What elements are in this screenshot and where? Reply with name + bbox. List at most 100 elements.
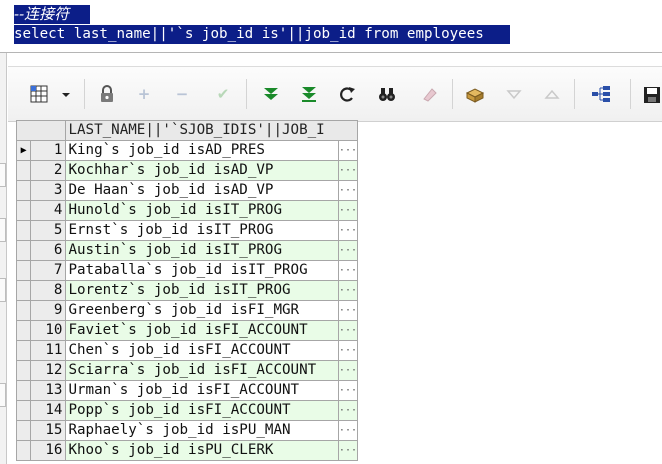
cell-ellipsis-button[interactable]: ··· [337, 220, 359, 241]
row-indicator-cell[interactable] [15, 440, 32, 461]
cell-ellipsis-button[interactable]: ··· [337, 280, 359, 301]
grid-view-icon[interactable] [28, 83, 50, 105]
cell-ellipsis-button[interactable]: ··· [337, 400, 359, 421]
table-row[interactable]: 2 Kochhar`s job_id isAD_VP ··· [15, 160, 359, 181]
row-number[interactable]: 3 [30, 180, 67, 201]
sql-editor[interactable]: --连接符 select last_name||'`s job_id is'||… [0, 0, 662, 53]
cell-value[interactable]: King`s job_id isAD_PRES [65, 140, 339, 161]
cell-value[interactable]: Kochhar`s job_id isAD_VP [65, 160, 339, 181]
column-header-last-name[interactable]: LAST_NAME||'`SJOB_IDIS'||JOB_I [65, 120, 358, 141]
row-number[interactable]: 2 [30, 160, 67, 181]
cell-ellipsis-button[interactable]: ··· [337, 440, 359, 461]
cell-ellipsis-button[interactable]: ··· [337, 140, 359, 161]
grid-corner[interactable] [15, 120, 67, 141]
cell-value[interactable]: Ernst`s job_id isIT_PROG [65, 220, 339, 241]
cell-ellipsis-button[interactable]: ··· [337, 380, 359, 401]
row-indicator-cell[interactable] [15, 320, 32, 341]
cell-ellipsis-button[interactable]: ··· [337, 420, 359, 441]
clear-icon[interactable] [418, 83, 440, 105]
cell-value[interactable]: Urman`s job_id isFI_ACCOUNT [65, 380, 339, 401]
lock-icon[interactable] [96, 83, 118, 105]
tree-view-icon[interactable] [590, 83, 612, 105]
table-row[interactable]: 12 Sciarra`s job_id isFI_ACCOUNT ··· [15, 360, 359, 381]
row-indicator-cell[interactable] [15, 300, 32, 321]
cell-value[interactable]: Greenberg`s job_id isFI_MGR [65, 300, 339, 321]
sort-asc-icon[interactable] [542, 83, 562, 105]
cell-value[interactable]: Lorentz`s job_id isIT_PROG [65, 280, 339, 301]
row-indicator-cell[interactable] [15, 180, 32, 201]
row-number[interactable]: 7 [30, 260, 67, 281]
cell-value[interactable]: Hunold`s job_id isIT_PROG [65, 200, 339, 221]
cell-value[interactable]: De Haan`s job_id isAD_VP [65, 180, 339, 201]
find-icon[interactable] [376, 83, 398, 105]
table-row[interactable]: 8 Lorentz`s job_id isIT_PROG ··· [15, 280, 359, 301]
result-grid[interactable]: LAST_NAME||'`SJOB_IDIS'||JOB_I ▶ 1 King`s … [15, 120, 359, 461]
table-row[interactable]: ▶ 1 King`s job_id isAD_PRES ··· [15, 140, 359, 161]
dropdown-arrow-icon[interactable] [60, 83, 72, 105]
check-icon[interactable]: ✔ [212, 83, 234, 105]
cell-value[interactable]: Chen`s job_id isFI_ACCOUNT [65, 340, 339, 361]
cell-ellipsis-button[interactable]: ··· [337, 180, 359, 201]
row-number[interactable]: 4 [30, 200, 67, 221]
cell-ellipsis-button[interactable]: ··· [337, 160, 359, 181]
cell-value[interactable]: Popp`s job_id isFI_ACCOUNT [65, 400, 339, 421]
cell-value[interactable]: Khoo`s job_id isPU_CLERK [65, 440, 339, 461]
cell-ellipsis-button[interactable]: ··· [337, 300, 359, 321]
table-row[interactable]: 4 Hunold`s job_id isIT_PROG ··· [15, 200, 359, 221]
sql-query-line[interactable]: select last_name||'`s job_id is'||job_id… [14, 25, 510, 44]
cell-value[interactable]: Sciarra`s job_id isFI_ACCOUNT [65, 360, 339, 381]
row-number[interactable]: 5 [30, 220, 67, 241]
table-row[interactable]: 16 Khoo`s job_id isPU_CLERK ··· [15, 440, 359, 461]
current-row-indicator[interactable]: ▶ [15, 140, 32, 161]
row-indicator-cell[interactable] [15, 380, 32, 401]
table-row[interactable]: 10 Faviet`s job_id isFI_ACCOUNT ··· [15, 320, 359, 341]
table-row[interactable]: 7 Pataballa`s job_id isIT_PROG ··· [15, 260, 359, 281]
table-row[interactable]: 5 Ernst`s job_id isIT_PROG ··· [15, 220, 359, 241]
row-number[interactable]: 11 [30, 340, 67, 361]
sql-comment-line[interactable]: --连接符 [14, 5, 90, 24]
fetch-all-icon[interactable] [298, 83, 320, 105]
cell-ellipsis-button[interactable]: ··· [337, 360, 359, 381]
table-row[interactable]: 13 Urman`s job_id isFI_ACCOUNT ··· [15, 380, 359, 401]
table-row[interactable]: 15 Raphaely`s job_id isPU_MAN ··· [15, 420, 359, 441]
row-indicator-cell[interactable] [15, 400, 32, 421]
row-number[interactable]: 16 [30, 440, 67, 461]
row-number[interactable]: 10 [30, 320, 67, 341]
save-icon[interactable] [642, 83, 662, 105]
fetch-next-icon[interactable] [260, 83, 282, 105]
row-indicator-cell[interactable] [15, 200, 32, 221]
row-indicator-cell[interactable] [15, 260, 32, 281]
table-row[interactable]: 11 Chen`s job_id isFI_ACCOUNT ··· [15, 340, 359, 361]
row-indicator-cell[interactable] [15, 420, 32, 441]
cell-value[interactable]: Faviet`s job_id isFI_ACCOUNT [65, 320, 339, 341]
cell-ellipsis-button[interactable]: ··· [337, 320, 359, 341]
row-number[interactable]: 12 [30, 360, 67, 381]
row-number[interactable]: 14 [30, 400, 67, 421]
table-row[interactable]: 6 Austin`s job_id isIT_PROG ··· [15, 240, 359, 261]
row-indicator-cell[interactable] [15, 240, 32, 261]
row-number[interactable]: 9 [30, 300, 67, 321]
table-row[interactable]: 14 Popp`s job_id isFI_ACCOUNT ··· [15, 400, 359, 421]
cell-ellipsis-button[interactable]: ··· [337, 260, 359, 281]
cell-value[interactable]: Pataballa`s job_id isIT_PROG [65, 260, 339, 281]
row-number[interactable]: 8 [30, 280, 67, 301]
row-indicator-cell[interactable] [15, 280, 32, 301]
export-icon[interactable] [464, 83, 486, 105]
cell-value[interactable]: Raphaely`s job_id isPU_MAN [65, 420, 339, 441]
row-indicator-cell[interactable] [15, 340, 32, 361]
row-number[interactable]: 13 [30, 380, 67, 401]
minus-icon[interactable]: − [172, 83, 192, 105]
table-row[interactable]: 3 De Haan`s job_id isAD_VP ··· [15, 180, 359, 201]
row-number[interactable]: 6 [30, 240, 67, 261]
row-number[interactable]: 15 [30, 420, 67, 441]
cell-value[interactable]: Austin`s job_id isIT_PROG [65, 240, 339, 261]
sort-desc-icon[interactable] [504, 83, 524, 105]
cell-ellipsis-button[interactable]: ··· [337, 200, 359, 221]
refresh-icon[interactable] [336, 83, 358, 105]
row-indicator-cell[interactable] [15, 220, 32, 241]
cell-ellipsis-button[interactable]: ··· [337, 340, 359, 361]
plus-icon[interactable]: + [134, 83, 154, 105]
cell-ellipsis-button[interactable]: ··· [337, 240, 359, 261]
row-number[interactable]: 1 [30, 140, 67, 161]
row-indicator-cell[interactable] [15, 360, 32, 381]
